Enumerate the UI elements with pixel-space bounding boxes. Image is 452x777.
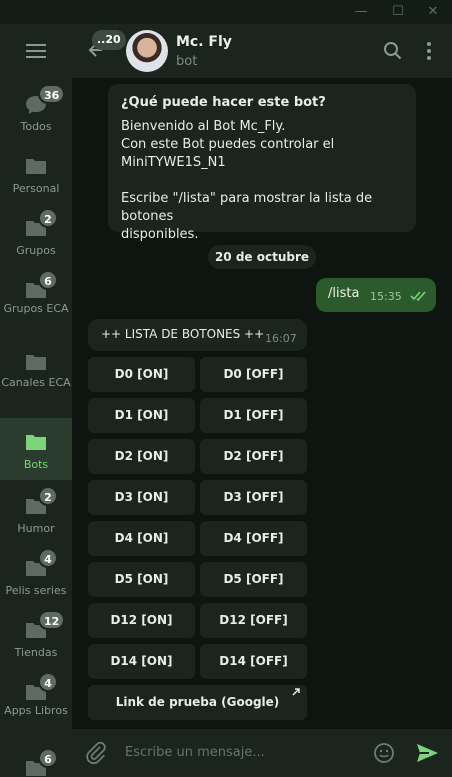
keyboard-button-d4-on[interactable]: D4 [ON] (88, 521, 195, 556)
send-icon (417, 744, 438, 762)
avatar[interactable] (126, 30, 168, 72)
link-button-label: Link de prueba (Google) (115, 695, 280, 709)
minimize-icon[interactable]: — (352, 3, 370, 21)
folder-sidebar: 36 Todos Personal 2 Grupos 6 Grupos ECA … (0, 24, 72, 777)
paperclip-icon (86, 741, 106, 765)
hamburger-icon (26, 56, 46, 58)
attach-button[interactable] (84, 741, 108, 765)
unread-badge: 12 (38, 610, 66, 630)
unread-badge: 4 (38, 672, 58, 692)
folder-label: Personal (12, 182, 60, 195)
folder-icon (24, 432, 48, 452)
folder-more[interactable]: 6 (0, 744, 72, 777)
folder-label: Apps Libros (4, 704, 68, 717)
description-line: Escribe "/lista" para mostrar la lista d… (121, 191, 373, 224)
chat-status: bot (176, 54, 198, 69)
folder-label: Grupos (16, 244, 56, 257)
folder-label: Bots (23, 458, 49, 471)
description-line: Bienvenido al Bot Mc_Fly. (121, 119, 286, 134)
message-time: 16:07 (265, 332, 297, 345)
message-text: /lista (328, 286, 360, 301)
keyboard-button-d12-on[interactable]: D12 [ON] (88, 603, 195, 638)
window-titlebar: — ☐ ✕ (0, 0, 452, 24)
close-icon[interactable]: ✕ (424, 3, 442, 21)
keyboard-button-d3-off[interactable]: D3 [OFF] (200, 480, 307, 515)
unread-badge: 2 (38, 208, 58, 228)
folder-label: Tiendas (14, 646, 58, 659)
link-button[interactable]: Link de prueba (Google) (88, 685, 307, 720)
description-line: Con este Bot puedes controlar el (121, 137, 335, 152)
folder-humor[interactable]: 2 Humor (0, 482, 72, 544)
keyboard-button-d14-on[interactable]: D14 [ON] (88, 644, 195, 679)
unread-badge: 4 (38, 548, 58, 568)
bot-description: ¿Qué puede hacer este bot? Bienvenido al… (108, 84, 416, 242)
folder-grupos-eca[interactable]: 6 Grupos ECA (0, 266, 72, 328)
folder-label: Todos (20, 120, 52, 133)
message-composer: Escribe un mensaje... (72, 729, 452, 777)
keyboard-button-d4-off[interactable]: D4 [OFF] (200, 521, 307, 556)
more-vertical-icon (427, 42, 431, 60)
external-link-icon (292, 688, 300, 696)
keyboard-button-d12-off[interactable]: D12 [OFF] (200, 603, 307, 638)
message-text: ++ LISTA DE BOTONES ++ (101, 327, 265, 341)
keyboard-button-d1-off[interactable]: D1 [OFF] (200, 398, 307, 433)
folder-grupos[interactable]: 2 Grupos (0, 204, 72, 266)
maximize-icon[interactable]: ☐ (389, 3, 407, 21)
outgoing-message[interactable]: /lista 15:35 (316, 278, 436, 312)
folder-label: Humor (17, 522, 55, 535)
folder-label: Pelis series (5, 584, 67, 597)
search-icon (384, 42, 402, 60)
folder-apps-libros[interactable]: 4 Apps Libros (0, 668, 72, 730)
folder-label: Grupos ECA (3, 302, 69, 315)
hamburger-icon (26, 44, 46, 46)
message-time: 15:35 (370, 290, 402, 303)
date-separator: 20 de octubre (208, 245, 316, 269)
folder-todos[interactable]: 36 Todos (0, 80, 72, 142)
description-title: ¿Qué puede hacer este bot? (121, 95, 326, 110)
chat-title[interactable]: Mc. Fly (176, 34, 232, 50)
message-input[interactable]: Escribe un mensaje... (125, 745, 265, 760)
unread-badge: 2 (38, 486, 58, 506)
smile-icon (374, 743, 394, 763)
send-button[interactable] (414, 740, 440, 766)
unread-badge: 6 (38, 748, 58, 768)
keyboard-button-d3-on[interactable]: D3 [ON] (88, 480, 195, 515)
chat-header: ..20 Mc. Fly bot (72, 24, 452, 78)
double-check-icon (410, 291, 426, 302)
folder-icon (24, 352, 48, 372)
keyboard-button-d14-off[interactable]: D14 [OFF] (200, 644, 307, 679)
keyboard-button-d1-on[interactable]: D1 [ON] (88, 398, 195, 433)
keyboard-button-d5-on[interactable]: D5 [ON] (88, 562, 195, 597)
description-line: MiniTYWE1S_N1 (121, 155, 226, 170)
folder-label: Canales ECA (1, 376, 71, 389)
unread-badge: 36 (38, 84, 66, 104)
message-list[interactable]: ¿Qué puede hacer este bot? Bienvenido al… (72, 78, 452, 729)
folder-bots[interactable]: Bots (0, 418, 72, 480)
search-button[interactable] (382, 40, 404, 62)
keyboard-button-d0-on[interactable]: D0 [ON] (88, 357, 195, 392)
keyboard-button-d5-off[interactable]: D5 [OFF] (200, 562, 307, 597)
keyboard-button-d2-on[interactable]: D2 [ON] (88, 439, 195, 474)
emoji-button[interactable] (372, 741, 396, 765)
keyboard-button-d2-off[interactable]: D2 [OFF] (200, 439, 307, 474)
menu-button[interactable] (0, 24, 72, 78)
unread-counter: ..20 (92, 30, 126, 50)
unread-badge: 6 (38, 270, 58, 290)
folder-tiendas[interactable]: 12 Tiendas (0, 606, 72, 668)
description-line: disponibles. (121, 227, 199, 242)
folder-canales-eca[interactable]: Canales ECA (0, 342, 72, 404)
folder-icon (24, 156, 48, 176)
folder-pelis-series[interactable]: 4 Pelis series (0, 544, 72, 606)
keyboard-button-d0-off[interactable]: D0 [OFF] (200, 357, 307, 392)
more-button[interactable] (418, 40, 440, 62)
hamburger-icon (26, 50, 46, 52)
folder-personal[interactable]: Personal (0, 142, 72, 204)
incoming-message[interactable]: ++ LISTA DE BOTONES ++ 16:07 (88, 319, 307, 351)
